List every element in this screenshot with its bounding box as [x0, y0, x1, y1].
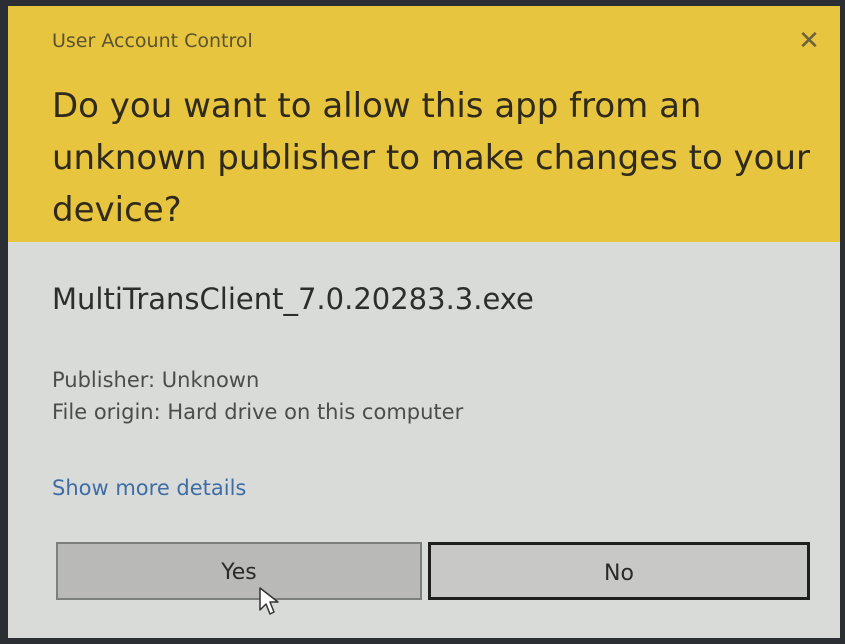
- uac-dialog: User Account Control ✕ Do you want to al…: [8, 6, 840, 638]
- publisher-info: Publisher: Unknown: [52, 368, 260, 392]
- dialog-title: User Account Control: [52, 30, 253, 52]
- app-filename: MultiTransClient_7.0.20283.3.exe: [52, 282, 534, 316]
- close-button[interactable]: ✕: [794, 26, 824, 56]
- show-more-details-link[interactable]: Show more details: [52, 476, 246, 500]
- file-origin-info: File origin: Hard drive on this computer: [52, 400, 464, 424]
- close-icon: ✕: [798, 26, 820, 56]
- no-button[interactable]: No: [428, 542, 810, 600]
- mouse-pointer-icon: [259, 587, 279, 615]
- yes-button[interactable]: Yes: [56, 542, 422, 600]
- dialog-header: User Account Control ✕ Do you want to al…: [8, 6, 840, 242]
- permission-question: Do you want to allow this app from an un…: [52, 86, 811, 230]
